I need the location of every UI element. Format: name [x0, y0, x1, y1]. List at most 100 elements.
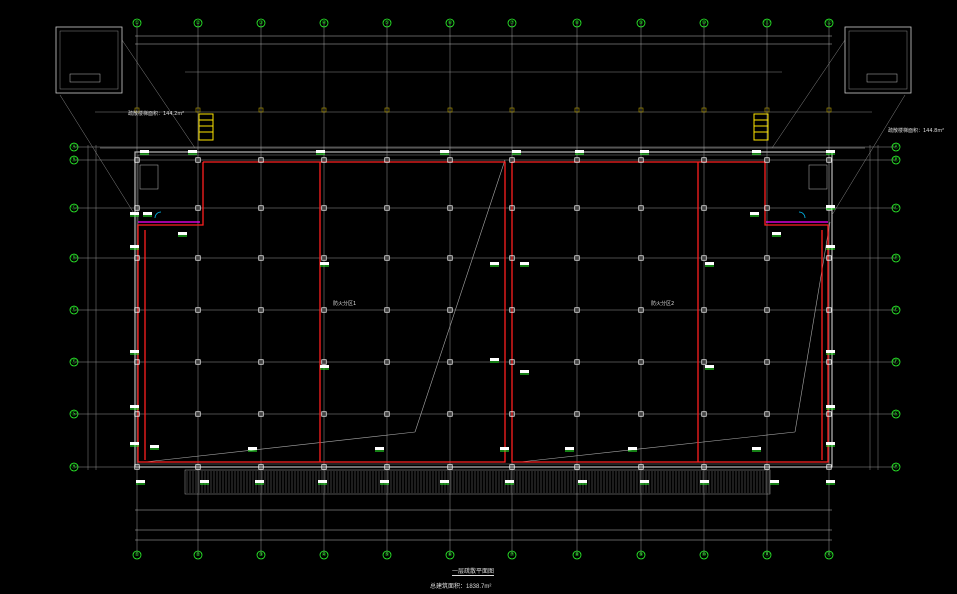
annotation-tag	[752, 150, 761, 155]
svg-text:⑪: ⑪	[764, 551, 769, 558]
axis-bubble: ②	[193, 550, 203, 560]
svg-text:Ⓐ: Ⓐ	[893, 143, 898, 150]
svg-text:⑩: ⑩	[702, 552, 707, 558]
svg-text:Ⓐ: Ⓐ	[71, 143, 76, 150]
annotation-tag	[772, 232, 781, 237]
annotation-tag	[375, 447, 384, 452]
stair-area-right: 疏散楼梯面积：144.8m²	[888, 127, 944, 134]
annotation-tag	[255, 480, 264, 485]
annotation-tag	[750, 212, 759, 217]
annotation-tag	[826, 205, 835, 210]
axis-bubble: ⑧	[572, 550, 582, 560]
svg-text:⑨: ⑨	[639, 552, 644, 558]
svg-text:Ⓒ: Ⓒ	[893, 204, 898, 211]
svg-text:Ⓖ: Ⓖ	[893, 410, 898, 417]
axis-bubble: ⑪	[762, 18, 772, 28]
svg-text:⑧: ⑧	[575, 20, 580, 26]
axis-bubble: ④	[319, 18, 329, 28]
annotation-tag	[505, 480, 514, 485]
axis-bubble: ②	[193, 18, 203, 28]
axis-bubble: ⑦	[507, 18, 517, 28]
annotation-tag	[380, 480, 389, 485]
annotation-tag	[200, 480, 209, 485]
svg-text:Ⓔ: Ⓔ	[893, 306, 898, 313]
axis-bubble: Ⓖ	[891, 409, 901, 419]
annotation-tag	[575, 150, 584, 155]
walkway-hatch	[184, 469, 771, 495]
annotation-tag	[705, 262, 714, 267]
stair-right	[753, 113, 769, 141]
annotation-tag	[320, 262, 329, 267]
axis-bubble: ⑩	[699, 18, 709, 28]
green-annotation-tags	[130, 150, 835, 485]
axis-bubble: ⑨	[636, 18, 646, 28]
annotation-tag	[752, 447, 761, 452]
axis-bubble: ③	[256, 18, 266, 28]
svg-text:⑥: ⑥	[448, 20, 453, 26]
svg-text:⑨: ⑨	[639, 20, 644, 26]
svg-text:③: ③	[259, 552, 264, 558]
svg-text:⑤: ⑤	[385, 20, 390, 26]
annotation-tag	[143, 212, 152, 217]
axis-bubble: ③	[256, 550, 266, 560]
annotation-tag	[178, 232, 187, 237]
axis-bubble: ⑫	[824, 550, 834, 560]
annotation-tag	[578, 480, 587, 485]
annotation-tag	[640, 480, 649, 485]
annotation-tag	[520, 262, 529, 267]
axis-bubble: Ⓔ	[891, 305, 901, 315]
stair-left	[198, 113, 214, 141]
svg-text:⑩: ⑩	[702, 20, 707, 26]
axis-bubble: ①	[132, 550, 142, 560]
axis-bubble: ⑩	[699, 550, 709, 560]
annotation-tag	[318, 480, 327, 485]
detail-box-left	[55, 26, 123, 94]
svg-text:⑫: ⑫	[826, 551, 831, 558]
svg-text:Ⓔ: Ⓔ	[71, 306, 76, 313]
svg-text:Ⓓ: Ⓓ	[893, 254, 898, 261]
svg-text:①: ①	[135, 552, 140, 558]
axis-bubble: ⑥	[445, 18, 455, 28]
annotation-tag	[565, 447, 574, 452]
svg-text:①: ①	[135, 20, 140, 26]
svg-text:Ⓒ: Ⓒ	[71, 204, 76, 211]
svg-text:⑧: ⑧	[575, 552, 580, 558]
axis-bubble: Ⓐ	[891, 142, 901, 152]
svg-text:③: ③	[259, 20, 264, 26]
plan-area: 总建筑面积：1838.7m²	[430, 584, 492, 590]
annotation-tag	[490, 358, 499, 363]
stair-room-accents	[138, 164, 828, 223]
axis-bubble: ①	[132, 18, 142, 28]
axis-bubble: ⑨	[636, 550, 646, 560]
axis-bubble: Ⓑ	[891, 155, 901, 165]
annotation-tag	[628, 447, 637, 452]
fire-compartment-boundary	[137, 161, 829, 463]
plan-title: 一层疏散平面图	[452, 566, 495, 576]
axis-bubble: Ⓗ	[891, 462, 901, 472]
svg-text:Ⓓ: Ⓓ	[71, 254, 76, 261]
svg-text:②: ②	[196, 20, 201, 26]
annotation-tag	[826, 150, 835, 155]
detail-box-right	[844, 26, 912, 94]
svg-text:⑥: ⑥	[448, 552, 453, 558]
axis-bubble: ⑤	[382, 18, 392, 28]
annotation-tag	[770, 480, 779, 485]
axis-bubble: ⑪	[762, 550, 772, 560]
annotation-tag	[316, 150, 325, 155]
annotation-tag	[188, 150, 197, 155]
annotation-tag	[136, 480, 145, 485]
annotation-tag	[440, 480, 449, 485]
annotation-tag	[640, 150, 649, 155]
axis-bubbles: ① ① ② ② ③ ③ ④ ④ ⑤ ⑤ ⑥ ⑥ ⑦ ⑦ ⑧ ⑧ ⑨ ⑨ ⑩ ⑩ ⑪ ⑪ ⑫ ⑫ Ⓐ Ⓐ Ⓑ Ⓑ Ⓒ Ⓒ Ⓓ Ⓓ Ⓔ Ⓔ Ⓕ Ⓕ Ⓖ Ⓖ Ⓗ Ⓗ	[69, 18, 901, 560]
svg-text:④: ④	[322, 20, 327, 26]
axis-bubble: ⑥	[445, 550, 455, 560]
stair-area-left: 疏散楼梯面积：144.2m²	[128, 110, 184, 117]
svg-text:②: ②	[196, 552, 201, 558]
building-outline	[59, 35, 906, 541]
axis-bubble: Ⓕ	[891, 357, 901, 367]
axis-bubble: ⑫	[824, 18, 834, 28]
structural-grid	[74, 23, 896, 555]
annotation-tag	[320, 365, 329, 370]
svg-text:⑪: ⑪	[764, 19, 769, 26]
room-label-left: 防火分区1	[333, 300, 356, 307]
